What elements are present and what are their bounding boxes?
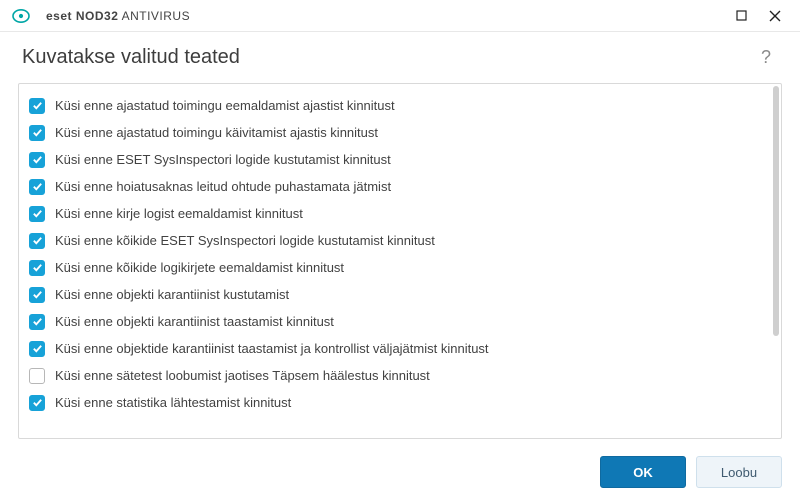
list-item[interactable]: Küsi enne statistika lähtestamist kinnit… <box>25 389 763 416</box>
brand-eset: eset <box>46 9 72 23</box>
checkbox[interactable] <box>29 125 45 141</box>
checkbox[interactable] <box>29 179 45 195</box>
list-item-label: Küsi enne objektide karantiinist taastam… <box>55 341 489 356</box>
list-item[interactable]: Küsi enne objekti karantiinist kustutami… <box>25 281 763 308</box>
list-item[interactable]: Küsi enne ajastatud toimingu eemaldamist… <box>25 92 763 119</box>
list-item-label: Küsi enne kõikide logikirjete eemaldamis… <box>55 260 344 275</box>
list-item[interactable]: Küsi enne ajastatud toimingu käivitamist… <box>25 119 763 146</box>
list-item-label: Küsi enne hoiatusaknas leitud ohtude puh… <box>55 179 391 194</box>
checkbox[interactable] <box>29 314 45 330</box>
brand-prod-rest: ANTIVIRUS <box>122 9 191 23</box>
list-item-label: Küsi enne ajastatud toimingu käivitamist… <box>55 125 378 140</box>
list-item-label: Küsi enne statistika lähtestamist kinnit… <box>55 395 291 410</box>
brand: eset NOD32 ANTIVIRUS <box>12 9 190 23</box>
checkbox[interactable] <box>29 233 45 249</box>
titlebar: eset NOD32 ANTIVIRUS <box>0 0 800 32</box>
dialog-footer: OK Loobu <box>0 444 800 500</box>
brand-text: eset NOD32 ANTIVIRUS <box>46 9 190 23</box>
scrollbar-thumb[interactable] <box>773 86 779 336</box>
list-item-label: Küsi enne sätetest loobumist jaotises Tä… <box>55 368 430 383</box>
ok-button[interactable]: OK <box>600 456 686 488</box>
close-button[interactable] <box>758 2 792 30</box>
checkbox[interactable] <box>29 368 45 384</box>
checkbox[interactable] <box>29 206 45 222</box>
brand-logo-icon <box>12 9 40 23</box>
list-item-label: Küsi enne ESET SysInspectori logide kust… <box>55 152 391 167</box>
checkbox[interactable] <box>29 287 45 303</box>
notifications-list: Küsi enne ajastatud toimingu eemaldamist… <box>19 84 771 438</box>
list-item-label: Küsi enne objekti karantiinist taastamis… <box>55 314 334 329</box>
list-item-label: Küsi enne objekti karantiinist kustutami… <box>55 287 289 302</box>
checkbox[interactable] <box>29 260 45 276</box>
checkbox[interactable] <box>29 98 45 114</box>
help-button[interactable]: ? <box>754 47 778 68</box>
checkbox[interactable] <box>29 152 45 168</box>
list-item-label: Küsi enne kõikide ESET SysInspectori log… <box>55 233 435 248</box>
list-item-label: Küsi enne ajastatud toimingu eemaldamist… <box>55 98 395 113</box>
list-item[interactable]: Küsi enne ESET SysInspectori logide kust… <box>25 146 763 173</box>
list-item[interactable]: Küsi enne kõikide ESET SysInspectori log… <box>25 227 763 254</box>
list-item[interactable]: Küsi enne hoiatusaknas leitud ohtude puh… <box>25 173 763 200</box>
cancel-button[interactable]: Loobu <box>696 456 782 488</box>
dialog-header: Kuvatakse valitud teated ? <box>0 32 800 79</box>
list-item[interactable]: Küsi enne kirje logist eemaldamist kinni… <box>25 200 763 227</box>
list-item[interactable]: Küsi enne kõikide logikirjete eemaldamis… <box>25 254 763 281</box>
list-item[interactable]: Küsi enne objektide karantiinist taastam… <box>25 335 763 362</box>
list-item[interactable]: Küsi enne objekti karantiinist taastamis… <box>25 308 763 335</box>
checkbox[interactable] <box>29 341 45 357</box>
scrollbar[interactable] <box>773 86 779 436</box>
list-item-label: Küsi enne kirje logist eemaldamist kinni… <box>55 206 303 221</box>
checkbox[interactable] <box>29 395 45 411</box>
brand-prod-bold: NOD32 <box>76 9 119 23</box>
page-title: Kuvatakse valitud teated <box>22 46 240 69</box>
maximize-button[interactable] <box>724 2 758 30</box>
notifications-list-container: Küsi enne ajastatud toimingu eemaldamist… <box>18 83 782 439</box>
list-item[interactable]: Küsi enne sätetest loobumist jaotises Tä… <box>25 362 763 389</box>
